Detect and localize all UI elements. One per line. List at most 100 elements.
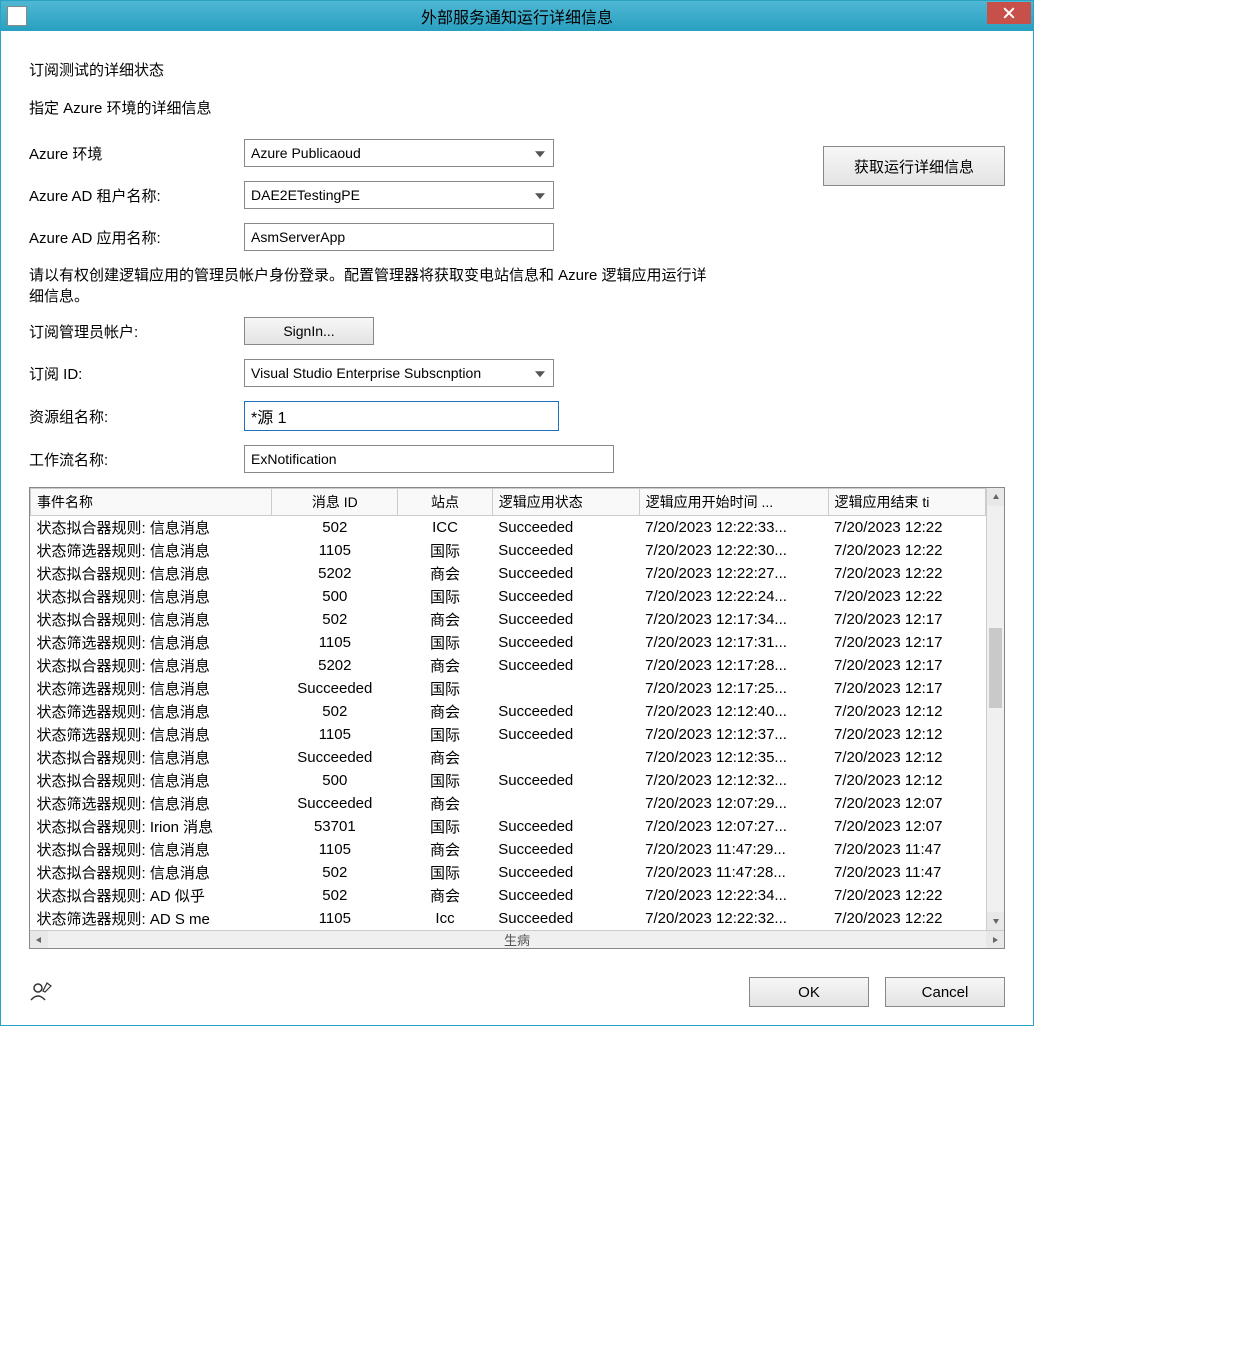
- vertical-scrollbar[interactable]: [986, 488, 1004, 930]
- table-row[interactable]: 状态筛选器规则: 信息消息1105国际Succeeded7/20/2023 12…: [31, 631, 986, 654]
- table-cell: 7/20/2023 12:22: [828, 585, 985, 608]
- table-row[interactable]: 状态筛选器规则: 信息消息1105国际Succeeded7/20/2023 12…: [31, 723, 986, 746]
- col-logic-app-start[interactable]: 逻辑应用开始时间 ...: [639, 489, 828, 516]
- table-cell: 7/20/2023 12:22:27...: [639, 562, 828, 585]
- table-cell: Succeeded: [492, 838, 639, 861]
- window-title: 外部服务通知运行详细信息: [421, 4, 613, 28]
- table-cell: 7/20/2023 11:47: [828, 838, 985, 861]
- col-logic-app-end[interactable]: 逻辑应用结束 ti: [828, 489, 985, 516]
- table-row[interactable]: 状态拟合器规则: 信息消息500国际Succeeded7/20/2023 12:…: [31, 585, 986, 608]
- tenant-label: Azure AD 租户名称:: [29, 185, 244, 206]
- table-cell: 7/20/2023 12:12: [828, 700, 985, 723]
- hscroll-track[interactable]: 生病: [48, 930, 986, 949]
- table-cell: 7/20/2023 12:22: [828, 562, 985, 585]
- dialog-window: 外部服务通知运行详细信息 订阅测试的详细状态 指定 Azure 环境的详细信息 …: [0, 0, 1034, 1026]
- table-row[interactable]: 状态筛选器规则: 信息消息Succeeded国际7/20/2023 12:17:…: [31, 677, 986, 700]
- table-row[interactable]: 状态拟合器规则: 信息消息5202商会Succeeded7/20/2023 12…: [31, 654, 986, 677]
- table-row[interactable]: 状态拟合器规则: 信息消息502ICCSucceeded7/20/2023 12…: [31, 516, 986, 540]
- results-table-container: 事件名称 消息 ID 站点 逻辑应用状态 逻辑应用开始时间 ... 逻辑应用结束…: [29, 487, 1005, 949]
- col-logic-app-status[interactable]: 逻辑应用状态: [492, 489, 639, 516]
- subscription-select[interactable]: Visual Studio Enterprise Subscnption: [244, 359, 554, 387]
- get-run-details-button[interactable]: 获取运行详细信息: [823, 146, 1005, 186]
- cancel-button[interactable]: Cancel: [885, 977, 1005, 1007]
- app-value: AsmServerApp: [251, 229, 345, 245]
- table-cell: Succeeded: [272, 746, 398, 769]
- tenant-value: DAE2ETestingPE: [251, 187, 360, 203]
- col-message-id[interactable]: 消息 ID: [272, 489, 398, 516]
- resource-group-input[interactable]: [244, 401, 559, 431]
- table-cell: 状态筛选器规则: 信息消息: [31, 539, 272, 562]
- table-cell: Succeeded: [272, 792, 398, 815]
- table-cell: 国际: [398, 585, 492, 608]
- table-cell: 国际: [398, 815, 492, 838]
- table-cell: 国际: [398, 769, 492, 792]
- table-cell: 国际: [398, 631, 492, 654]
- signin-button[interactable]: SignIn...: [244, 317, 374, 345]
- table-row[interactable]: 状态筛选器规则: 信息消息502商会Succeeded7/20/2023 12:…: [31, 700, 986, 723]
- table-row[interactable]: 状态拟合器规则: 信息消息502国际Succeeded7/20/2023 11:…: [31, 861, 986, 884]
- table-cell: 7/20/2023 12:07: [828, 815, 985, 838]
- table-cell: 状态拟合器规则: 信息消息: [31, 608, 272, 631]
- table-cell: 商会: [398, 654, 492, 677]
- table-cell: 状态拟合器规则: AD 似乎: [31, 884, 272, 907]
- table-row[interactable]: 状态拟合器规则: 信息消息1105商会Succeeded7/20/2023 11…: [31, 838, 986, 861]
- table-cell: Succeeded: [492, 861, 639, 884]
- table-cell: 500: [272, 769, 398, 792]
- table-cell: 7/20/2023 12:17:34...: [639, 608, 828, 631]
- table-cell: 国际: [398, 723, 492, 746]
- col-event-name[interactable]: 事件名称: [31, 489, 272, 516]
- subscription-value: Visual Studio Enterprise Subscnption: [251, 365, 481, 381]
- content-area: 订阅测试的详细状态 指定 Azure 环境的详细信息 获取运行详细信息 Azur…: [1, 31, 1033, 959]
- table-row[interactable]: 状态拟合器规则: 信息消息Succeeded商会7/20/2023 12:12:…: [31, 746, 986, 769]
- scroll-left-arrow-icon[interactable]: [30, 931, 48, 948]
- table-cell: 502: [272, 516, 398, 540]
- env-label: Azure 环境: [29, 143, 244, 164]
- table-cell: [492, 677, 639, 700]
- horizontal-scrollbar[interactable]: 生病: [30, 930, 1004, 948]
- table-row[interactable]: 状态筛选器规则: 信息消息Succeeded商会7/20/2023 12:07:…: [31, 792, 986, 815]
- table-cell: 502: [272, 884, 398, 907]
- table-cell: 商会: [398, 746, 492, 769]
- table-cell: 7/20/2023 12:17: [828, 608, 985, 631]
- table-cell: 7/20/2023 12:12:37...: [639, 723, 828, 746]
- col-site[interactable]: 站点: [398, 489, 492, 516]
- vscroll-thumb[interactable]: [989, 628, 1002, 708]
- table-cell: 7/20/2023 12:22: [828, 907, 985, 930]
- table-cell: 7/20/2023 12:22:34...: [639, 884, 828, 907]
- table-cell: 1105: [272, 539, 398, 562]
- table-row[interactable]: 状态筛选器规则: 信息消息1105国际Succeeded7/20/2023 12…: [31, 539, 986, 562]
- table-cell: 7/20/2023 12:07:27...: [639, 815, 828, 838]
- table-cell: 状态拟合器规则: 信息消息: [31, 654, 272, 677]
- table-cell: 7/20/2023 12:17: [828, 654, 985, 677]
- table-cell: Succeeded: [492, 654, 639, 677]
- close-button[interactable]: [987, 2, 1031, 24]
- scroll-down-arrow-icon[interactable]: [987, 912, 1004, 930]
- table-cell: 7/20/2023 12:17:31...: [639, 631, 828, 654]
- scroll-right-arrow-icon[interactable]: [986, 931, 1004, 948]
- workflow-field: ExNotification: [244, 445, 614, 473]
- table-cell: 7/20/2023 12:12: [828, 723, 985, 746]
- table-row[interactable]: 状态拟合器规则: Irion 消息53701国际Succeeded7/20/20…: [31, 815, 986, 838]
- table-cell: 7/20/2023 12:22: [828, 884, 985, 907]
- table-cell: Succeeded: [492, 700, 639, 723]
- workflow-value: ExNotification: [251, 451, 337, 467]
- table-cell: Succeeded: [492, 585, 639, 608]
- table-cell: 7/20/2023 12:17: [828, 631, 985, 654]
- table-cell: 国际: [398, 677, 492, 700]
- table-cell: Succeeded: [492, 815, 639, 838]
- table-row[interactable]: 状态拟合器规则: 信息消息500国际Succeeded7/20/2023 12:…: [31, 769, 986, 792]
- tenant-select[interactable]: DAE2ETestingPE: [244, 181, 554, 209]
- table-cell: 状态筛选器规则: 信息消息: [31, 631, 272, 654]
- table-cell: [492, 746, 639, 769]
- table-row[interactable]: 状态拟合器规则: 信息消息502商会Succeeded7/20/2023 12:…: [31, 608, 986, 631]
- table-cell: 7/20/2023 12:12:35...: [639, 746, 828, 769]
- ok-button[interactable]: OK: [749, 977, 869, 1007]
- table-cell: 7/20/2023 12:12:32...: [639, 769, 828, 792]
- scroll-up-arrow-icon[interactable]: [987, 488, 1004, 506]
- env-select[interactable]: Azure Publicaoud: [244, 139, 554, 167]
- table-row[interactable]: 状态筛选器规则: AD S me1105IccSucceeded7/20/202…: [31, 907, 986, 930]
- results-table: 事件名称 消息 ID 站点 逻辑应用状态 逻辑应用开始时间 ... 逻辑应用结束…: [30, 488, 986, 930]
- table-row[interactable]: 状态拟合器规则: AD 似乎502商会Succeeded7/20/2023 12…: [31, 884, 986, 907]
- table-row[interactable]: 状态拟合器规则: 信息消息5202商会Succeeded7/20/2023 12…: [31, 562, 986, 585]
- vscroll-track[interactable]: [987, 506, 1004, 912]
